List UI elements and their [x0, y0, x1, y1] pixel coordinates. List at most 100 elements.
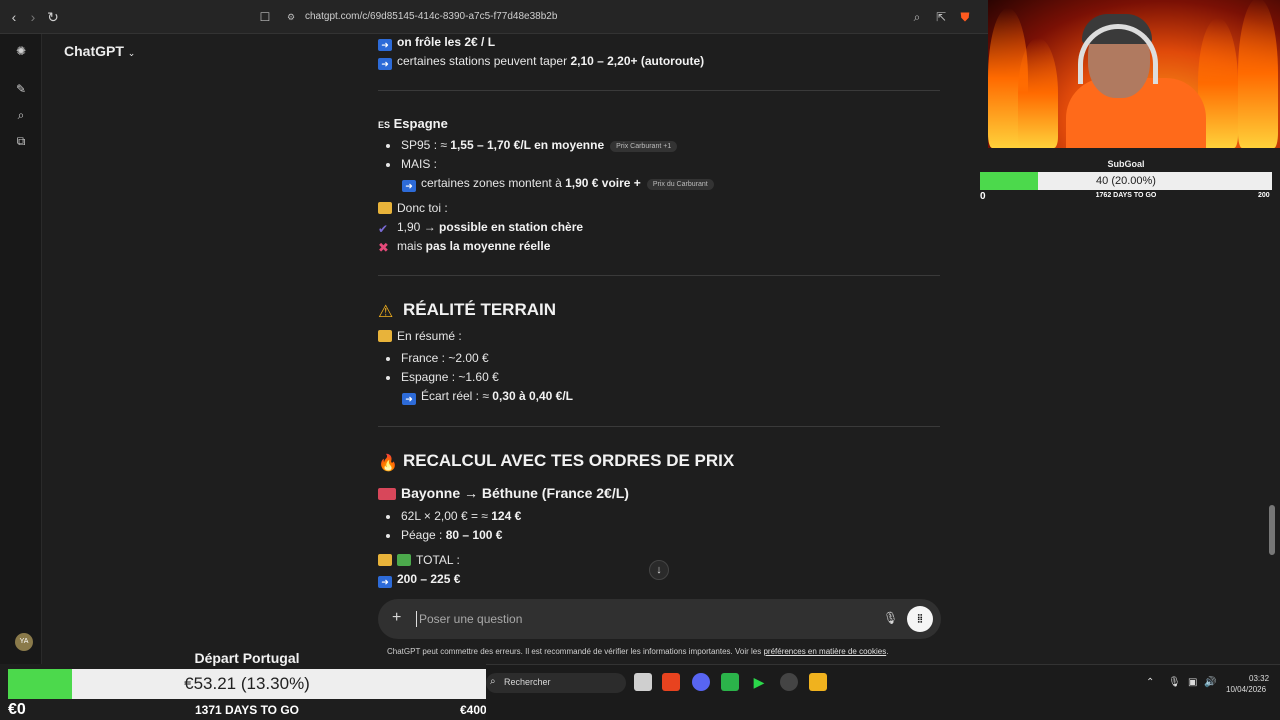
total-line: TOTAL : — [378, 553, 460, 567]
share-icon[interactable]: ⇱ — [933, 9, 949, 25]
money-icon — [397, 554, 411, 566]
goal-days-left: 1371 DAYS TO GO — [194, 703, 300, 717]
reload-icon[interactable]: ↻ — [44, 8, 62, 26]
divider — [378, 426, 940, 427]
add-attachment-icon[interactable]: + — [392, 609, 401, 627]
cross-line: ✖ mais pas la moyenne réelle — [378, 239, 551, 255]
cross-icon: ✖ — [378, 240, 389, 255]
zoom-icon[interactable]: ⌕ — [909, 9, 925, 25]
search-icon[interactable]: ⌕ — [13, 107, 29, 123]
obs-icon[interactable] — [780, 673, 798, 691]
car-icon — [378, 488, 396, 500]
pointing-hand-icon — [378, 202, 392, 214]
fire-icon: 🔥 — [378, 455, 398, 472]
arrow-right-icon: ➜ — [402, 393, 416, 405]
browser-toolbar: ‹ › ↻ ☐ ⚙ chatgpt.com/c/69d85145-414c-83… — [0, 0, 988, 34]
list-item: SP95 : ≈ 1,55 – 1,70 €/L en moyenne Prix … — [401, 138, 678, 152]
list-subitem: ➜ certaines zones montent à 1,90 € voire … — [402, 176, 714, 192]
address-bar[interactable]: chatgpt.com/c/69d85145-414c-8390-a7c5-f7… — [305, 11, 557, 22]
bluestacks-icon[interactable] — [809, 673, 827, 691]
voice-mode-button[interactable]: ⦙⦙ — [907, 606, 933, 632]
clock-time[interactable]: 03:32 — [1249, 674, 1269, 683]
volume-icon[interactable]: 🔊 — [1204, 677, 1216, 688]
source-chip[interactable]: Prix Carburant +1 — [610, 141, 678, 152]
arrow-right-icon: ➜ — [378, 58, 392, 70]
goal-progress-bar: €53.21 (13.30%) — [8, 669, 486, 699]
bullet — [386, 534, 390, 538]
top-line-1: ➜ on frôle les 2€ / L — [378, 35, 495, 51]
warning-icon: ⚠ — [378, 302, 394, 321]
chatgpt-logo-icon[interactable]: ✺ — [13, 43, 29, 59]
new-chat-icon[interactable]: ✎ — [13, 81, 29, 97]
forward-icon[interactable]: › — [24, 8, 42, 26]
recalc-heading: 🔥 RECALCUL AVEC TES ORDRES DE PRIX — [378, 451, 735, 472]
brave-shield-icon[interactable]: ⛊ — [957, 9, 973, 25]
goal-max: €400 — [460, 703, 487, 717]
total-value-line: ➜ 200 – 225 € — [378, 572, 460, 588]
taskbar-search-label: Rechercher — [504, 677, 551, 687]
list-item: Péage : 80 – 100 € — [401, 528, 503, 542]
arrow-right-icon: ➜ — [402, 180, 416, 192]
discord-icon[interactable] — [692, 673, 710, 691]
play-icon[interactable]: ▶ — [750, 673, 768, 691]
arrow-right-icon: ➜ — [378, 576, 392, 588]
chevron-up-icon[interactable]: ⌃ — [1146, 677, 1154, 688]
list-item: 62L × 2,00 € = ≈ 124 € — [401, 509, 522, 523]
composer: + 🎙 ⦙⦙ — [378, 599, 941, 639]
divider — [378, 275, 940, 276]
scroll-to-bottom-button[interactable]: ↓ — [649, 560, 669, 580]
list-item: MAIS : — [401, 157, 438, 171]
source-chip[interactable]: Prix du Carburant — [646, 179, 714, 190]
library-icon[interactable]: ⧉ — [13, 133, 29, 149]
prompt-input[interactable] — [416, 611, 856, 627]
app-green-icon[interactable] — [721, 673, 739, 691]
avatar[interactable]: YA — [15, 633, 33, 651]
cookie-preferences-link[interactable]: préférences en matière de cookies — [763, 647, 886, 656]
reality-heading: ⚠ RÉALITÉ TERRAIN — [378, 300, 556, 321]
taskbar: ⌕ Rechercher ▶ ⌃ 🎙 ▣ 🔊 03:32 10/04/2026 — [486, 664, 1280, 720]
microphone-icon[interactable]: 🎙 — [883, 611, 898, 625]
flame-graphic — [1018, 38, 1058, 148]
route-heading: Bayonne → Béthune (France 2€/L) — [378, 485, 629, 501]
list-item: France : ~2.00 € — [401, 351, 489, 365]
file-explorer-icon[interactable] — [634, 673, 652, 691]
top-line-2: ➜ certaines stations peuvent taper 2,10 –… — [378, 54, 704, 70]
chevron-down-icon: ⌄ — [127, 48, 136, 58]
subgoal-progress-label: 40 (20.00%) — [1096, 175, 1156, 187]
pointing-hand-icon — [378, 554, 392, 566]
webcam-overlay — [988, 0, 1280, 148]
taskbar-search[interactable]: ⌕ Rechercher — [486, 673, 626, 693]
subgoal-title: SubGoal — [1107, 159, 1145, 169]
goal-progress-label: €53.21 (13.30%) — [184, 674, 310, 693]
summary-line: En résumé : — [378, 329, 462, 343]
bullet — [386, 357, 390, 361]
arrow-right-icon: ➜ — [378, 39, 392, 51]
bookmark-icon[interactable]: ☐ — [257, 9, 273, 25]
spain-heading: ES Espagne — [378, 116, 448, 131]
bullet — [386, 376, 390, 380]
point-line: Donc toi : — [378, 201, 448, 215]
back-icon[interactable]: ‹ — [5, 8, 23, 26]
clock-date[interactable]: 10/04/2026 — [1226, 685, 1266, 694]
search-icon: ⌕ — [490, 676, 496, 687]
bullet — [386, 515, 390, 519]
subgoal-days-left: 1762 DAYS TO GO — [1095, 192, 1157, 199]
check-icon: ✔ — [378, 222, 389, 236]
list-item: Espagne : ~1.60 € — [401, 370, 499, 384]
microphone-icon[interactable]: 🎙 — [1168, 677, 1181, 688]
sidebar-rail: ✺ ✎ ⌕ ⧉ — [0, 34, 42, 664]
site-info-icon[interactable]: ⚙ — [283, 9, 299, 25]
chat-transcript: ➜ on frôle les 2€ / L ➜ certaines stations… — [378, 34, 942, 604]
list-subitem: ➜ Écart réel : ≈ 0,30 à 0,40 €/L — [402, 389, 573, 405]
brand-label: ChatGPT — [64, 43, 124, 59]
spain-flag-icon: ES — [378, 120, 391, 130]
model-selector[interactable]: ChatGPT ⌄ — [64, 43, 135, 59]
network-icon[interactable]: ▣ — [1188, 677, 1197, 688]
brave-browser-icon[interactable] — [662, 673, 680, 691]
bullet — [386, 163, 390, 167]
divider — [378, 90, 940, 91]
subgoal-max: 200 — [1258, 192, 1270, 199]
pointing-hand-icon — [378, 330, 392, 342]
scrollbar[interactable] — [1269, 505, 1275, 555]
goal-title: Départ Portugal — [194, 650, 300, 666]
